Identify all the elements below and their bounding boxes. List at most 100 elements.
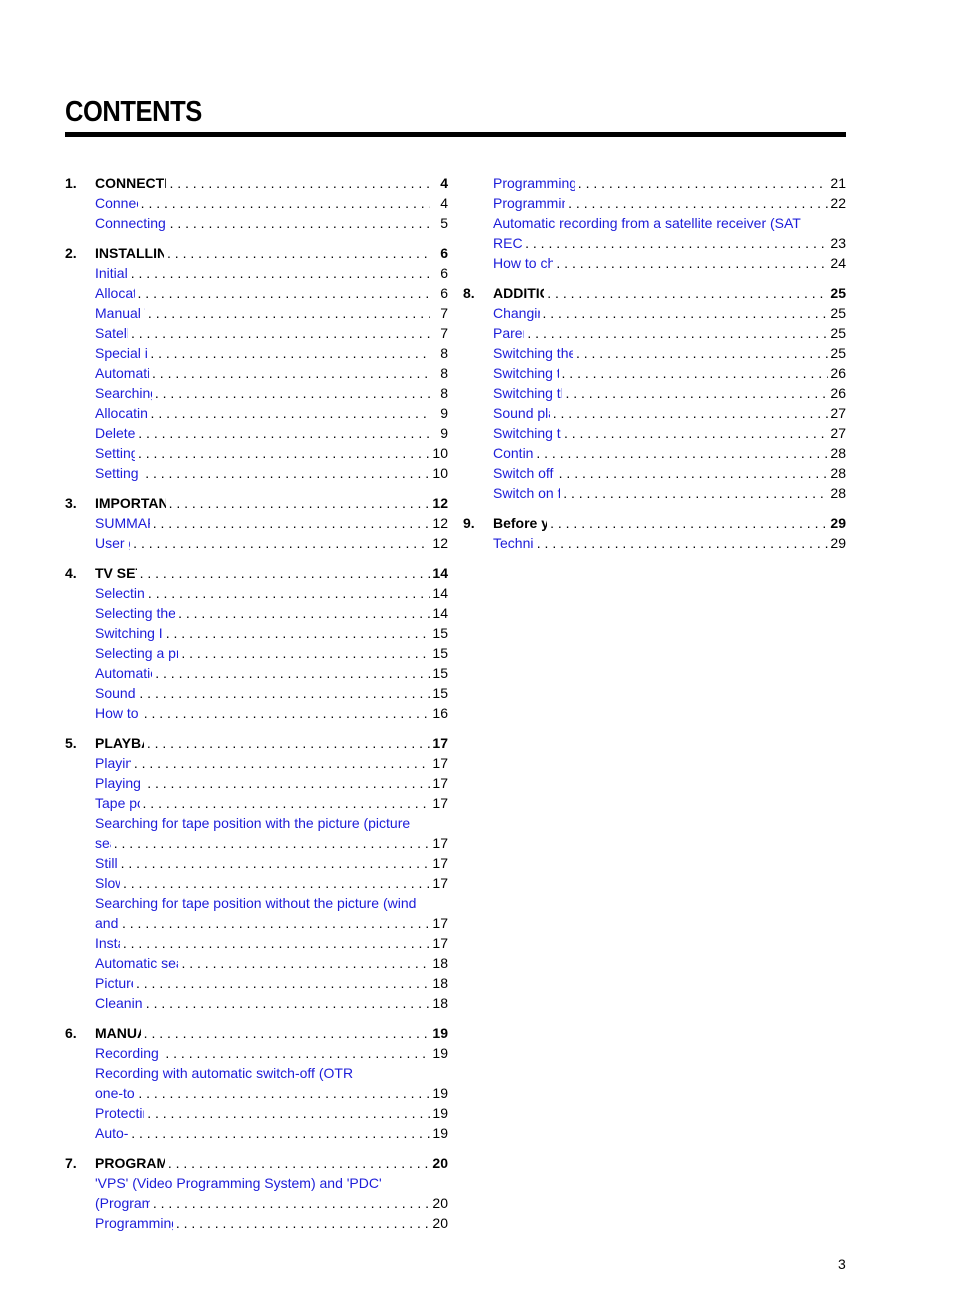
- toc-entry[interactable]: How to read TELETEXT 16: [65, 703, 448, 723]
- toc-entry[interactable]: How to check or change a TIMER 24: [463, 253, 846, 273]
- toc-entry[interactable]: RECORDING) 23: [463, 233, 846, 253]
- chapter-title[interactable]: Before you call an engineer: [493, 513, 547, 533]
- toc-entry[interactable]: Playing an NTSC cassette 17: [65, 773, 448, 793]
- toc-entry-link[interactable]: Recording without automatic switch-off: [95, 1043, 162, 1063]
- toc-entry-link[interactable]: Allocating a decoder: [95, 283, 135, 303]
- toc-entry[interactable]: Tape position indication 17: [65, 793, 448, 813]
- toc-entry-link[interactable]: Setting the time and date: [95, 463, 142, 483]
- toc-entry-link[interactable]: Cleaning the video heads: [95, 993, 143, 1013]
- toc-entry-link[interactable]: search): [95, 833, 111, 853]
- toc-entry-link[interactable]: Auto-assembling: [95, 1123, 128, 1143]
- toc-entry[interactable]: Auto-assembling 19: [65, 1123, 448, 1143]
- toc-entry-link[interactable]: Playing a cassette: [95, 753, 131, 773]
- toc-chapter-heading[interactable]: 3. IMPORTANT NOTES FOR OPERATION 12: [65, 493, 448, 513]
- toc-entry[interactable]: Setting the time and date 10: [65, 463, 448, 483]
- toc-entry[interactable]: search) 17: [65, 833, 448, 853]
- toc-entry[interactable]: Continuous playback 28: [463, 443, 846, 463]
- toc-entry-link[interactable]: Switch on function (WAKE-UP TIMER): [493, 483, 560, 503]
- toc-entry[interactable]: Allocating a channel number 9: [65, 403, 448, 423]
- toc-entry[interactable]: Instant View 17: [65, 933, 448, 953]
- toc-entry-link[interactable]: Automatic volume control (AVL): [95, 663, 152, 683]
- toc-entry-link[interactable]: Delete a TV Channel: [95, 423, 135, 443]
- toc-entry-link[interactable]: Searching for new TV channels: [95, 383, 152, 403]
- chapter-title[interactable]: ADDITIONAL FUNCTIONS: [493, 283, 544, 303]
- toc-entry-link[interactable]: Switching to 16:9 wide screen picture: [493, 363, 559, 383]
- toc-entry-link[interactable]: Tape position indication: [95, 793, 140, 813]
- toc-entry[interactable]: SUMMARY OF USER GUIDE 12: [65, 513, 448, 533]
- toc-entry[interactable]: Switching to 16:9 wide screen picture 26: [463, 363, 846, 383]
- toc-entry[interactable]: Parental control 25: [463, 323, 846, 343]
- chapter-title[interactable]: INSTALLING YOUR TV-VIDEO COMBI: [95, 243, 164, 263]
- toc-entry-link[interactable]: Programming a recording (with 'VIDEO Plu…: [95, 1213, 173, 1233]
- toc-entry[interactable]: (Programme Delivery Control) 20: [65, 1193, 448, 1213]
- toc-entry-link[interactable]: Manual TV channel search: [95, 303, 145, 323]
- toc-entry-link-line[interactable]: Automatic recording from a satellite rec…: [463, 213, 846, 233]
- toc-entry[interactable]: Selecting a preset sound setting (SMART …: [65, 643, 448, 663]
- toc-chapter-heading[interactable]: 5. PLAYBACK FUNCTIONS 17: [65, 733, 448, 753]
- toc-entry[interactable]: Switch on function (WAKE-UP TIMER) 28: [463, 483, 846, 503]
- toc-entry[interactable]: Cleaning the video heads 18: [65, 993, 448, 1013]
- toc-entry-link[interactable]: and rewind): [95, 913, 119, 933]
- toc-entry-link[interactable]: Playing an NTSC cassette: [95, 773, 144, 793]
- toc-entry[interactable]: Selecting a TV programme 14: [65, 583, 448, 603]
- chapter-title[interactable]: PLAYBACK FUNCTIONS: [95, 733, 144, 753]
- toc-entry[interactable]: Recording without automatic switch-off 19: [65, 1043, 448, 1063]
- toc-entry-link[interactable]: How to check or change a TIMER: [493, 253, 553, 273]
- toc-chapter-heading[interactable]: 6. MANUAL RECORDING 19: [65, 1023, 448, 1043]
- toc-entry-link[interactable]: Changing the TV system: [493, 303, 540, 323]
- toc-entry[interactable]: Still picture 17: [65, 853, 448, 873]
- toc-entry-link[interactable]: Automatic TV channel search: [95, 363, 149, 383]
- toc-entry-link[interactable]: Sound playback without picture: [493, 403, 550, 423]
- toc-entry-link[interactable]: Picture interference: [95, 973, 133, 993]
- toc-entry[interactable]: Switch off function (SLEEP TIMER) 28: [463, 463, 846, 483]
- toc-entry[interactable]: Programming a recording (without 'VIDEO …: [463, 173, 846, 193]
- toc-entry-link[interactable]: SUMMARY OF USER GUIDE: [95, 513, 150, 533]
- toc-entry[interactable]: one-touch-recording) 19: [65, 1083, 448, 1103]
- toc-entry[interactable]: Technical terms used 29: [463, 533, 846, 553]
- toc-entry[interactable]: Switching the internal speakers on or of…: [463, 383, 846, 403]
- toc-entry-link[interactable]: Switching the remote control command: [493, 423, 561, 443]
- toc-entry[interactable]: Delete a TV Channel 9: [65, 423, 448, 443]
- toc-entry[interactable]: User guide (OSD) 12: [65, 533, 448, 553]
- toc-entry-link[interactable]: Switching Incredible Surround on or off: [95, 623, 163, 643]
- toc-entry[interactable]: Automatic volume control (AVL) 15: [65, 663, 448, 683]
- toc-chapter-heading[interactable]: 8. ADDITIONAL FUNCTIONS 25: [463, 283, 846, 303]
- toc-entry-link[interactable]: Selecting the picture setting (SMART PIC…: [95, 603, 175, 623]
- toc-entry-link[interactable]: Setting the language: [95, 443, 135, 463]
- toc-entry-link[interactable]: Technical terms used: [493, 533, 534, 553]
- toc-entry[interactable]: Manual TV channel search 7: [65, 303, 448, 323]
- toc-chapter-heading[interactable]: 7. PROGRAMMED RECORDING (TIMER) 20: [65, 1153, 448, 1173]
- toc-entry[interactable]: Special installation functions 8: [65, 343, 448, 363]
- toc-entry-link[interactable]: Selecting a preset sound setting (SMART …: [95, 643, 178, 663]
- toc-entry-link[interactable]: (Programme Delivery Control): [95, 1193, 150, 1213]
- chapter-title[interactable]: IMPORTANT NOTES FOR OPERATION: [95, 493, 166, 513]
- toc-entry-link-line[interactable]: Searching for tape position without the …: [65, 893, 448, 913]
- toc-chapter-heading[interactable]: 1. CONNECTING YOUR TV-VIDEO COMBI 4: [65, 173, 448, 193]
- toc-entry-link[interactable]: Sound track selection: [95, 683, 136, 703]
- toc-entry[interactable]: Allocating a decoder 6: [65, 283, 448, 303]
- chapter-title[interactable]: MANUAL RECORDING: [95, 1023, 141, 1043]
- toc-entry-link-line[interactable]: Recording with automatic switch-off (OTR: [65, 1063, 448, 1083]
- toc-entry-link[interactable]: Allocating a channel number: [95, 403, 148, 423]
- toc-entry[interactable]: Selecting the picture setting (SMART PIC…: [65, 603, 448, 623]
- toc-entry[interactable]: Switching the On-screen display (OSD) on…: [463, 343, 846, 363]
- toc-entry[interactable]: Satellite receiver 7: [65, 323, 448, 343]
- toc-entry-link[interactable]: Still picture: [95, 853, 118, 873]
- toc-entry-link[interactable]: Programming a recording (without 'VIDEO …: [493, 173, 575, 193]
- toc-entry-link[interactable]: Switch off function (SLEEP TIMER): [493, 463, 556, 483]
- toc-entry-link[interactable]: Continuous playback: [493, 443, 533, 463]
- toc-entry-link[interactable]: Parental control: [493, 323, 524, 343]
- toc-entry[interactable]: Programming a recording (with 'VIDEO Plu…: [65, 1213, 448, 1233]
- toc-entry-link[interactable]: User guide (OSD): [95, 533, 130, 553]
- toc-entry-link[interactable]: one-touch-recording): [95, 1083, 135, 1103]
- toc-entry-link[interactable]: Instant View: [95, 933, 120, 953]
- toc-entry-link[interactable]: Initial installation: [95, 263, 128, 283]
- toc-entry[interactable]: and rewind) 17: [65, 913, 448, 933]
- toc-entry-link[interactable]: Satellite receiver: [95, 323, 128, 343]
- toc-entry[interactable]: Slow motion 17: [65, 873, 448, 893]
- toc-entry[interactable]: Programming a recording with TELETEXT 22: [463, 193, 846, 213]
- toc-entry-link[interactable]: Connecting the cables: [95, 193, 138, 213]
- toc-entry[interactable]: Connecting a decoder or other equipment 5: [65, 213, 448, 233]
- toc-entry-link[interactable]: Protecting your recordings: [95, 1103, 144, 1123]
- toc-entry[interactable]: Connecting the cables 4: [65, 193, 448, 213]
